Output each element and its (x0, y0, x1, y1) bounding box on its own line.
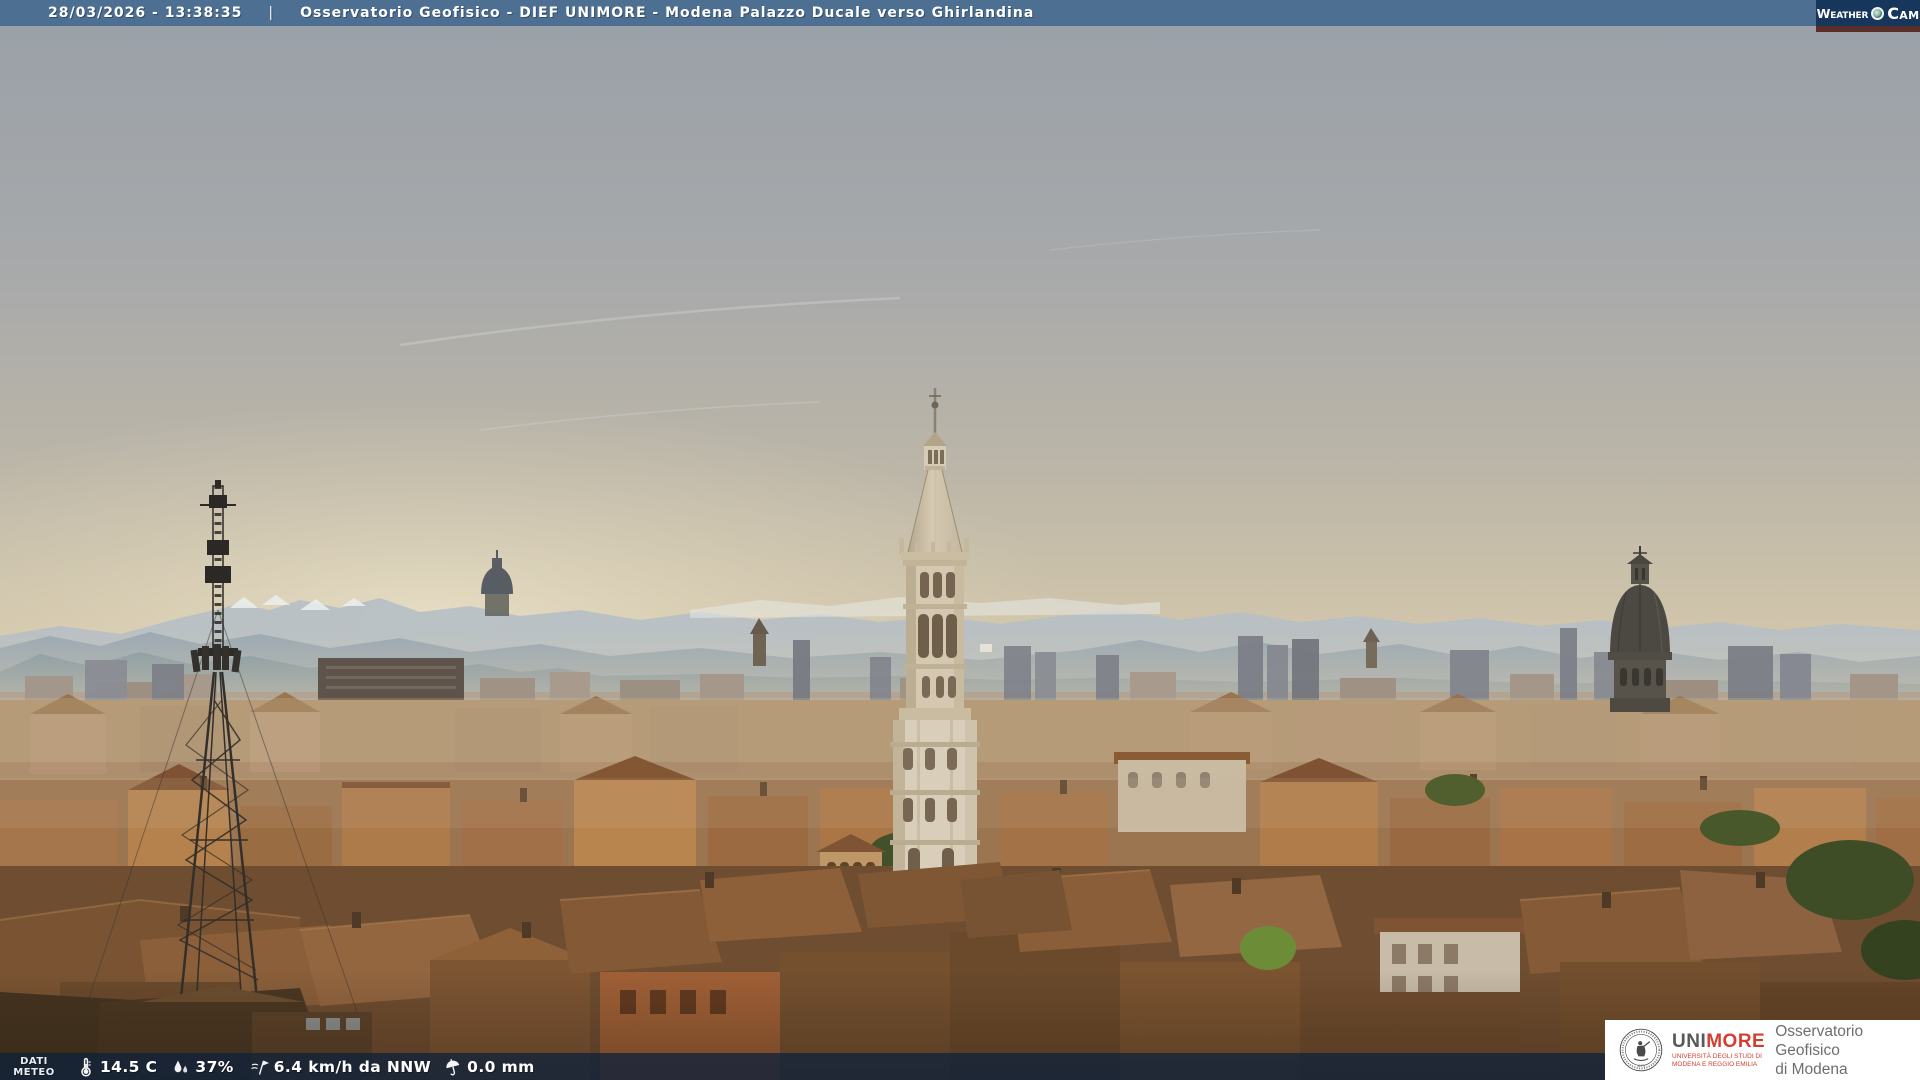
precipitation-value: 0.0 mm (467, 1057, 535, 1076)
university-subtitle: UNIVERSITÀ DEGLI STUDI DI MODENA E REGGI… (1672, 1052, 1762, 1068)
timestamp: 28/03/2026 - 13:38:35 (48, 5, 243, 21)
top-info-bar: 28/03/2026 - 13:38:35 | Osservatorio Geo… (0, 0, 1920, 26)
unimore-acronym-red: MORE (1706, 1030, 1766, 1052)
unimore-wordmark: UNIMORE UNIVERSITÀ DEGLI STUDI DI MODENA… (1672, 1032, 1765, 1069)
webcam-photo-modena-skyline (0, 0, 1920, 1080)
tree (1240, 926, 1296, 970)
wind-value: 6.4 km/h da NNW (273, 1057, 432, 1076)
unimore-acronym-gray: UNI (1672, 1030, 1707, 1052)
weathercam-logo: Weather Cam (1816, 0, 1920, 26)
temperature-value: 14.5 C (100, 1057, 158, 1076)
weathercam-logo-text-cam: Cam (1887, 3, 1920, 23)
weathercam-logo-text-weather: Weather (1816, 5, 1869, 21)
seal-year: 1175 (1637, 1064, 1645, 1068)
sunlit-building-speck (980, 644, 992, 652)
unimore-seal-icon: 1175 (1619, 1028, 1663, 1072)
tree (1786, 840, 1914, 920)
camera-title: Osservatorio Geofisico - DIEF UNIMORE - … (300, 5, 1035, 21)
office-slab-building (318, 658, 464, 702)
wind-icon (250, 1060, 269, 1075)
unimore-branding: 1175 UNIMORE UNIVERSITÀ DEGLI STUDI DI M… (1605, 1020, 1920, 1080)
separator: | (268, 5, 275, 21)
thermometer-icon (81, 1057, 91, 1076)
humidity-value: 37% (195, 1057, 234, 1076)
observatory-name: Osservatorio Geofisico di Modena (1775, 1022, 1864, 1078)
dati-meteo-label: DATI METEO (13, 1055, 55, 1078)
humidity-icon (175, 1060, 188, 1072)
weathercam-logo-underline (1816, 26, 1920, 32)
rain-icon (446, 1058, 460, 1075)
roof-occluding-tower-base (960, 870, 1072, 938)
webcam-frame: 28/03/2026 - 13:38:35 | Osservatorio Geo… (0, 0, 1920, 1080)
camera-lens-icon (1871, 6, 1885, 20)
